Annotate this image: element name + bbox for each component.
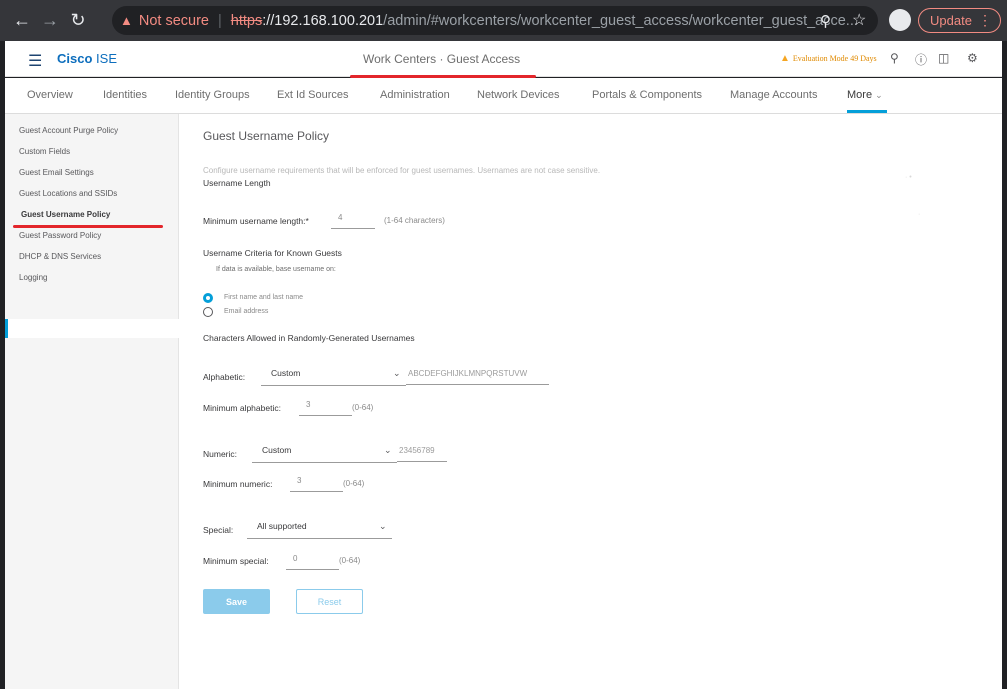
- active-tab-indicator: [847, 110, 887, 113]
- chevron-down-icon: ⌄: [384, 445, 392, 455]
- page-title: Work Centers · Guest Access: [363, 52, 521, 66]
- tab-identity-groups[interactable]: Identity Groups: [175, 89, 250, 101]
- annotation-underline-sidebar: [13, 225, 163, 228]
- url-path: /admin/#workcenters/workcenter_guest_acc…: [383, 12, 858, 29]
- sidebar: Guest Account Purge Policy Custom Fields…: [5, 114, 179, 689]
- sidebar-active-bg: [5, 319, 179, 338]
- faint-marker: ·: [918, 211, 921, 218]
- tab-overview[interactable]: Overview: [27, 89, 73, 101]
- url-host: ://192.168.100.201: [262, 12, 384, 29]
- url-separator: |: [218, 12, 222, 29]
- tab-manage-accounts[interactable]: Manage Accounts: [730, 89, 817, 101]
- min-numeric-label: Minimum numeric:: [203, 479, 273, 489]
- security-label: Not secure: [138, 12, 209, 29]
- min-special-label: Minimum special:: [203, 556, 269, 566]
- top-tabs: Overview Identities Identity Groups Ext …: [5, 78, 1002, 114]
- reload-icon[interactable]: ↻: [64, 7, 92, 35]
- username-length-heading: Username Length: [203, 178, 271, 188]
- tab-portals-components[interactable]: Portals & Components: [592, 89, 702, 101]
- profile-avatar[interactable]: [889, 9, 911, 31]
- chevron-down-icon: ⌄: [379, 521, 387, 531]
- hamburger-menu-icon[interactable]: ☰: [28, 51, 42, 71]
- alphabetic-select-value: Custom: [271, 368, 301, 378]
- min-username-length-hint: (1-64 characters): [384, 216, 445, 225]
- sidebar-item-email-settings[interactable]: Guest Email Settings: [19, 168, 94, 177]
- special-select[interactable]: All supported ⌄: [247, 521, 392, 539]
- tab-identities[interactable]: Identities: [103, 89, 147, 101]
- min-username-length-input[interactable]: 4: [331, 213, 375, 229]
- sidebar-active-indicator: [5, 319, 8, 338]
- numeric-chars-input[interactable]: 23456789: [397, 446, 447, 462]
- reset-button[interactable]: Reset: [296, 589, 363, 614]
- sidebar-item-dhcp-dns[interactable]: DHCP & DNS Services: [19, 252, 101, 261]
- min-alphabetic-label: Minimum alphabetic:: [203, 403, 281, 413]
- alphabetic-label: Alphabetic:: [203, 372, 246, 382]
- sidebar-item-purge-policy[interactable]: Guest Account Purge Policy: [19, 126, 118, 135]
- tab-administration[interactable]: Administration: [380, 89, 450, 101]
- help-icon[interactable]: ⓘ: [915, 51, 927, 68]
- sidebar-item-username-policy[interactable]: Guest Username Policy: [21, 210, 110, 219]
- radio-first-last-name-label: First name and last name: [224, 294, 303, 301]
- tab-network-devices[interactable]: Network Devices: [477, 89, 560, 101]
- evaluation-notice[interactable]: ▲ Evaluation Mode 49 Days: [780, 53, 877, 64]
- alphabetic-select[interactable]: Custom ⌄: [261, 368, 406, 386]
- section-title: Guest Username Policy: [203, 129, 330, 143]
- chevron-down-icon: ⌄: [393, 368, 401, 378]
- gear-icon[interactable]: ⚙: [967, 51, 978, 65]
- sidebar-item-custom-fields[interactable]: Custom Fields: [19, 147, 70, 156]
- radio-email-address-label: Email address: [224, 308, 269, 315]
- special-select-value: All supported: [257, 521, 307, 531]
- save-button[interactable]: Save: [203, 589, 270, 614]
- update-label: Update: [930, 13, 972, 28]
- brand-logo[interactable]: Cisco ISE: [57, 51, 117, 66]
- known-guests-heading: Username Criteria for Known Guests: [203, 248, 342, 258]
- tab-more[interactable]: More ⌄: [847, 89, 883, 101]
- random-chars-heading: Characters Allowed in Randomly-Generated…: [203, 333, 415, 343]
- description-text: Configure username requirements that wil…: [203, 166, 601, 175]
- forward-arrow-icon[interactable]: →: [36, 7, 64, 35]
- radio-email-address[interactable]: [203, 307, 213, 317]
- numeric-select[interactable]: Custom ⌄: [252, 445, 397, 463]
- browser-toolbar: ← → ↻ ▲ Not secure | https ://192.168.10…: [0, 0, 1007, 41]
- warning-triangle-icon: ▲: [780, 53, 790, 64]
- evaluation-label: Evaluation Mode 49 Days: [792, 54, 877, 63]
- chevron-down-icon: ⌄: [875, 90, 883, 100]
- brand-product: ISE: [96, 51, 117, 66]
- context-visibility-icon[interactable]: ◫: [938, 51, 949, 65]
- min-numeric-hint: (0-64): [343, 479, 365, 488]
- zoom-icon[interactable]: ⚲: [820, 12, 831, 30]
- app-header: ☰ Cisco ISE Work Centers · Guest Access …: [5, 41, 1002, 78]
- min-username-length-label: Minimum username length:*: [203, 216, 309, 226]
- faint-marker: · •: [905, 174, 912, 181]
- menu-dots-icon: ⋮: [978, 12, 992, 28]
- address-bar[interactable]: ▲ Not secure | https ://192.168.100.201 …: [112, 6, 878, 35]
- known-guests-subtext: If data is available, base username on:: [216, 266, 336, 273]
- sidebar-item-password-policy[interactable]: Guest Password Policy: [19, 231, 101, 240]
- min-alphabetic-input[interactable]: 3: [299, 400, 352, 416]
- main-content: Guest Username Policy Configure username…: [179, 114, 1002, 689]
- min-special-input[interactable]: 0: [286, 554, 339, 570]
- numeric-label: Numeric:: [203, 449, 238, 459]
- back-arrow-icon[interactable]: ←: [8, 7, 36, 35]
- radio-first-last-name[interactable]: [203, 293, 213, 303]
- search-icon[interactable]: ⚲: [890, 51, 899, 65]
- bookmark-star-icon[interactable]: ☆: [852, 10, 866, 30]
- min-alphabetic-hint: (0-64): [352, 403, 374, 412]
- sidebar-item-locations-ssids[interactable]: Guest Locations and SSIDs: [19, 189, 117, 198]
- numeric-select-value: Custom: [262, 445, 292, 455]
- warning-triangle-icon: ▲: [120, 13, 133, 28]
- tab-more-label: More: [847, 89, 873, 101]
- min-special-hint: (0-64): [339, 556, 361, 565]
- special-label: Special:: [203, 525, 234, 535]
- alphabetic-chars-input[interactable]: ABCDEFGHIJKLMNPQRSTUVW: [406, 369, 549, 385]
- url-scheme: https: [230, 12, 263, 29]
- brand-cisco: Cisco: [57, 51, 93, 66]
- tab-ext-id-sources[interactable]: Ext Id Sources: [277, 89, 349, 101]
- min-numeric-input[interactable]: 3: [290, 476, 343, 492]
- sidebar-item-logging[interactable]: Logging: [19, 273, 47, 282]
- update-button[interactable]: Update ⋮: [918, 8, 1001, 33]
